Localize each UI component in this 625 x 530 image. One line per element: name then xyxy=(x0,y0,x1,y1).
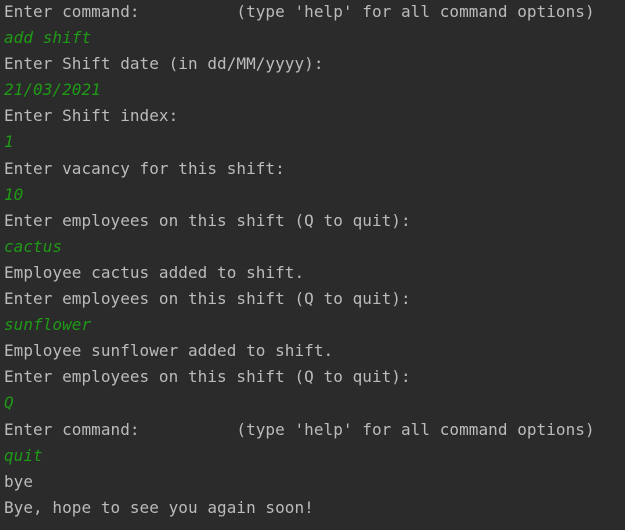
user-input-line: 21/03/2021 xyxy=(4,80,101,100)
command-prompt-line: Enter command: (type 'help' for all comm… xyxy=(4,419,595,439)
vacancy-prompt-line: Enter vacancy for this shift: xyxy=(4,158,285,178)
employee-added-message: Employee cactus added to shift. xyxy=(4,262,305,282)
command-prompt-line: Enter command: (type 'help' for all comm… xyxy=(4,2,595,21)
shift-index-prompt-line: Enter Shift index: xyxy=(4,106,179,126)
user-input-line: 10 xyxy=(4,184,24,204)
user-input-line: 1 xyxy=(4,132,14,152)
console-output[interactable]: Enter command: (type 'help' for all comm… xyxy=(0,0,625,530)
employees-prompt-line: Enter employees on this shift (Q to quit… xyxy=(4,289,411,309)
user-input-line: quit xyxy=(4,445,43,465)
user-input-line: add shift xyxy=(4,28,92,48)
user-input-line: sunflower xyxy=(4,315,92,335)
employees-prompt-line: Enter employees on this shift (Q to quit… xyxy=(4,367,411,387)
employees-prompt-line: Enter employees on this shift (Q to quit… xyxy=(4,210,411,230)
farewell-message: Bye, hope to see you again soon! xyxy=(4,497,314,517)
user-input-line: Q xyxy=(4,393,14,413)
shift-date-prompt-line: Enter Shift date (in dd/MM/yyyy): xyxy=(4,54,324,74)
bye-message: bye xyxy=(4,471,34,491)
user-input-line: cactus xyxy=(4,236,63,256)
employee-added-message: Employee sunflower added to shift. xyxy=(4,341,334,361)
